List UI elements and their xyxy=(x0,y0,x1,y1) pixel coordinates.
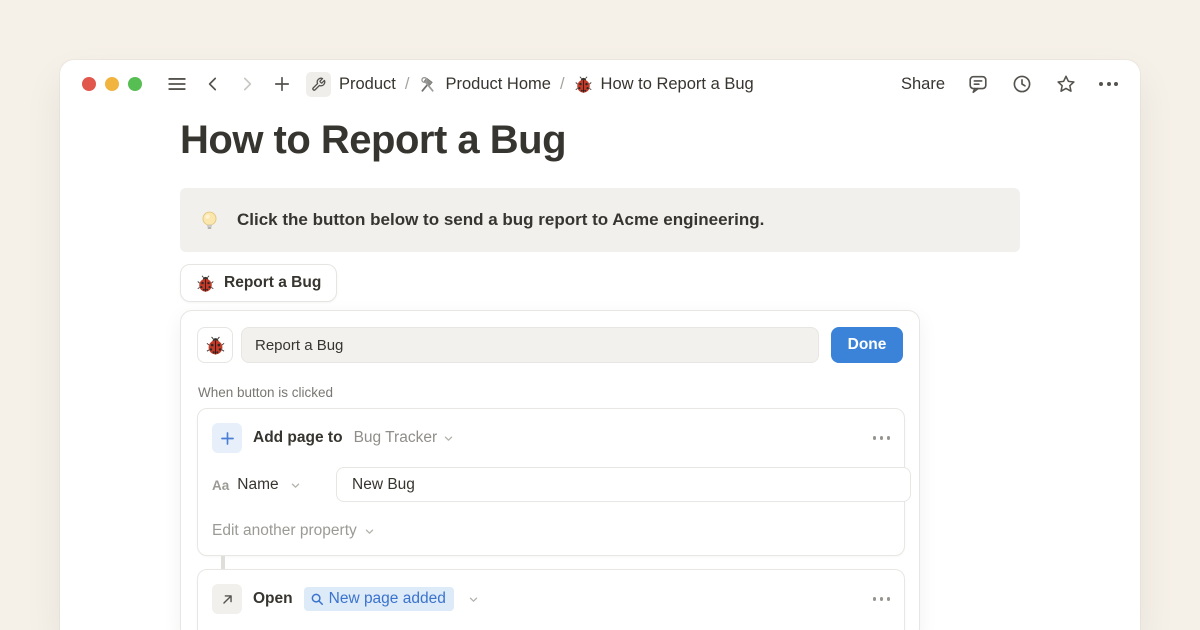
trigger-label: When button is clicked xyxy=(198,385,333,400)
lightbulb-icon xyxy=(198,209,221,232)
breadcrumb-item-product[interactable]: Product xyxy=(306,72,396,97)
chevron-down-icon xyxy=(364,526,375,537)
breadcrumb-label: Product Home xyxy=(445,75,550,94)
maximize-window-button[interactable] xyxy=(128,77,142,91)
ladybug-icon xyxy=(196,274,215,293)
plus-icon xyxy=(212,423,242,453)
app-window: Product / Product Home / xyxy=(60,60,1140,630)
breadcrumb-separator: / xyxy=(559,75,566,94)
comments-icon[interactable] xyxy=(967,73,989,95)
button-name-input[interactable] xyxy=(241,327,819,363)
minimize-window-button[interactable] xyxy=(105,77,119,91)
forward-icon[interactable] xyxy=(238,75,256,93)
close-window-button[interactable] xyxy=(82,77,96,91)
sidebar-menu-icon[interactable] xyxy=(166,73,188,95)
action-card-add-page: Add page to Bug Tracker Aa Name Edit ano… xyxy=(197,408,905,556)
breadcrumb: Product / Product Home / xyxy=(306,72,754,97)
top-bar: Product / Product Home / xyxy=(60,60,1140,108)
breadcrumb-label: Product xyxy=(339,75,396,94)
action-label: Add page to xyxy=(253,429,343,447)
nav-icons xyxy=(166,73,292,95)
text-property-icon: Aa xyxy=(212,478,229,493)
breadcrumb-item-current-page[interactable]: How to Report a Bug xyxy=(574,75,754,94)
button-icon-picker[interactable] xyxy=(197,327,233,363)
step-more-options-icon[interactable] xyxy=(873,436,891,440)
chevron-down-icon xyxy=(468,594,479,605)
edit-another-property[interactable]: Edit another property xyxy=(212,519,890,543)
callout-block: Click the button below to send a bug rep… xyxy=(180,188,1020,252)
chevron-down-icon xyxy=(290,480,301,491)
property-selector[interactable]: Name xyxy=(237,476,300,494)
callout-text: Click the button below to send a bug rep… xyxy=(237,210,764,230)
panel-header: Done xyxy=(197,327,903,363)
action-card-open-page: Open New page added xyxy=(197,569,905,630)
wrench-icon xyxy=(306,72,331,97)
database-selector-value: Bug Tracker xyxy=(354,429,438,447)
done-button[interactable]: Done xyxy=(831,327,903,363)
property-value-input[interactable] xyxy=(336,467,911,502)
step-connector xyxy=(221,556,225,569)
page-background: { "topbar": { "separator": "/", "breadcr… xyxy=(0,0,1200,630)
ladybug-icon xyxy=(574,75,593,94)
breadcrumb-separator: / xyxy=(404,75,411,94)
arrow-up-right-icon xyxy=(212,584,242,614)
property-row: Aa Name xyxy=(212,467,890,503)
chevron-down-icon xyxy=(443,433,454,444)
edit-another-property-label: Edit another property xyxy=(212,522,357,540)
button-config-panel: Done When button is clicked Add page to … xyxy=(180,310,920,630)
open-target-label: New page added xyxy=(329,590,446,608)
property-name: Name xyxy=(237,476,278,494)
back-icon[interactable] xyxy=(204,75,222,93)
action-row: Open New page added xyxy=(212,583,890,615)
window-controls xyxy=(82,77,142,91)
action-label: Open xyxy=(253,590,293,608)
more-options-icon[interactable] xyxy=(1099,82,1118,86)
new-page-icon[interactable] xyxy=(272,74,292,94)
breadcrumb-item-product-home[interactable]: Product Home xyxy=(418,75,550,94)
action-row: Add page to Bug Tracker xyxy=(212,422,890,454)
report-a-bug-button[interactable]: Report a Bug xyxy=(180,264,337,302)
topbar-actions: Share xyxy=(901,73,1118,95)
hammer-wrench-icon xyxy=(418,75,437,94)
share-button[interactable]: Share xyxy=(901,75,945,94)
report-a-bug-button-label: Report a Bug xyxy=(224,274,321,292)
favorite-star-icon[interactable] xyxy=(1055,73,1077,95)
breadcrumb-label: How to Report a Bug xyxy=(601,75,754,94)
open-target-pill[interactable]: New page added xyxy=(304,587,454,611)
updates-clock-icon[interactable] xyxy=(1011,73,1033,95)
search-icon xyxy=(310,592,324,606)
open-target-selector[interactable] xyxy=(468,594,479,605)
step-more-options-icon[interactable] xyxy=(873,597,891,601)
page-title: How to Report a Bug xyxy=(180,118,566,163)
database-selector[interactable]: Bug Tracker xyxy=(354,429,455,447)
